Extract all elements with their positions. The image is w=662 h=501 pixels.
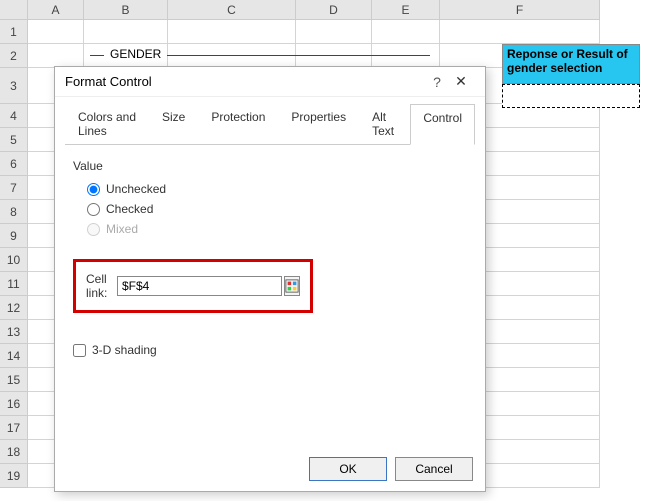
row-header-17[interactable]: 17: [0, 416, 28, 440]
row-header-3[interactable]: 3: [0, 68, 28, 104]
select-all-corner[interactable]: [0, 0, 28, 20]
row-header-19[interactable]: 19: [0, 464, 28, 488]
col-header-c[interactable]: C: [168, 0, 296, 20]
radio-unchecked[interactable]: [87, 183, 100, 196]
row-header-7[interactable]: 7: [0, 176, 28, 200]
tab-colors-lines[interactable]: Colors and Lines: [65, 103, 149, 144]
row-header-16[interactable]: 16: [0, 392, 28, 416]
row-header-8[interactable]: 8: [0, 200, 28, 224]
cell-e1[interactable]: [372, 20, 440, 44]
cell-a1[interactable]: [28, 20, 84, 44]
col-header-a[interactable]: A: [28, 0, 84, 20]
radio-mixed: [87, 223, 100, 236]
checkbox-3d-shading-label: 3-D shading: [92, 343, 157, 357]
cell-c1[interactable]: [168, 20, 296, 44]
radio-checked-label: Checked: [106, 202, 153, 216]
radio-unchecked-label: Unchecked: [106, 182, 166, 196]
cell-d1[interactable]: [296, 20, 372, 44]
row-header-5[interactable]: 5: [0, 128, 28, 152]
tab-protection[interactable]: Protection: [198, 103, 278, 144]
radio-mixed-label: Mixed: [106, 222, 138, 236]
row-header-10[interactable]: 10: [0, 248, 28, 272]
tab-alttext[interactable]: Alt Text: [359, 103, 410, 144]
control-panel: Value Unchecked Checked Mixed Cell link:: [55, 145, 485, 371]
row-header-11[interactable]: 11: [0, 272, 28, 296]
close-button[interactable]: ✕: [447, 73, 475, 90]
row-header-1[interactable]: 1: [0, 20, 28, 44]
dialog-tabs: Colors and Lines Size Protection Propert…: [55, 97, 485, 144]
gender-groupbox-label: GENDER: [104, 47, 167, 61]
cancel-button[interactable]: Cancel: [395, 457, 473, 481]
cell-f3-label: Reponse or Result of gender selection: [502, 44, 640, 84]
radio-checked[interactable]: [87, 203, 100, 216]
grid-picker-icon: [285, 279, 299, 293]
range-picker-button[interactable]: [284, 276, 300, 296]
row-header-2[interactable]: 2: [0, 44, 28, 68]
help-button[interactable]: ?: [427, 74, 447, 90]
tab-control[interactable]: Control: [410, 104, 475, 145]
tab-size[interactable]: Size: [149, 103, 198, 144]
row-header-13[interactable]: 13: [0, 320, 28, 344]
checkbox-3d-shading[interactable]: [73, 344, 86, 357]
cell-link-label: Cell link:: [86, 272, 109, 300]
cell-b1[interactable]: [84, 20, 168, 44]
value-section-label: Value: [73, 159, 467, 173]
cell-link-highlight: Cell link:: [73, 259, 313, 313]
cell-f4-selected[interactable]: [502, 84, 640, 108]
format-control-dialog: Format Control ? ✕ Colors and Lines Size…: [54, 66, 486, 492]
row-header-18[interactable]: 18: [0, 440, 28, 464]
col-header-b[interactable]: B: [84, 0, 168, 20]
cell-a2[interactable]: [28, 44, 84, 68]
row-header-15[interactable]: 15: [0, 368, 28, 392]
col-header-f[interactable]: F: [440, 0, 600, 20]
row-header-12[interactable]: 12: [0, 296, 28, 320]
dialog-title: Format Control: [65, 74, 427, 89]
ok-button[interactable]: OK: [309, 457, 387, 481]
row-header-9[interactable]: 9: [0, 224, 28, 248]
row-header-14[interactable]: 14: [0, 344, 28, 368]
tab-properties[interactable]: Properties: [278, 103, 359, 144]
col-header-d[interactable]: D: [296, 0, 372, 20]
cell-f1[interactable]: [440, 20, 600, 44]
cell-link-input[interactable]: [117, 276, 282, 296]
dialog-titlebar: Format Control ? ✕: [55, 67, 485, 97]
col-header-e[interactable]: E: [372, 0, 440, 20]
row-header-6[interactable]: 6: [0, 152, 28, 176]
row-header-4[interactable]: 4: [0, 104, 28, 128]
